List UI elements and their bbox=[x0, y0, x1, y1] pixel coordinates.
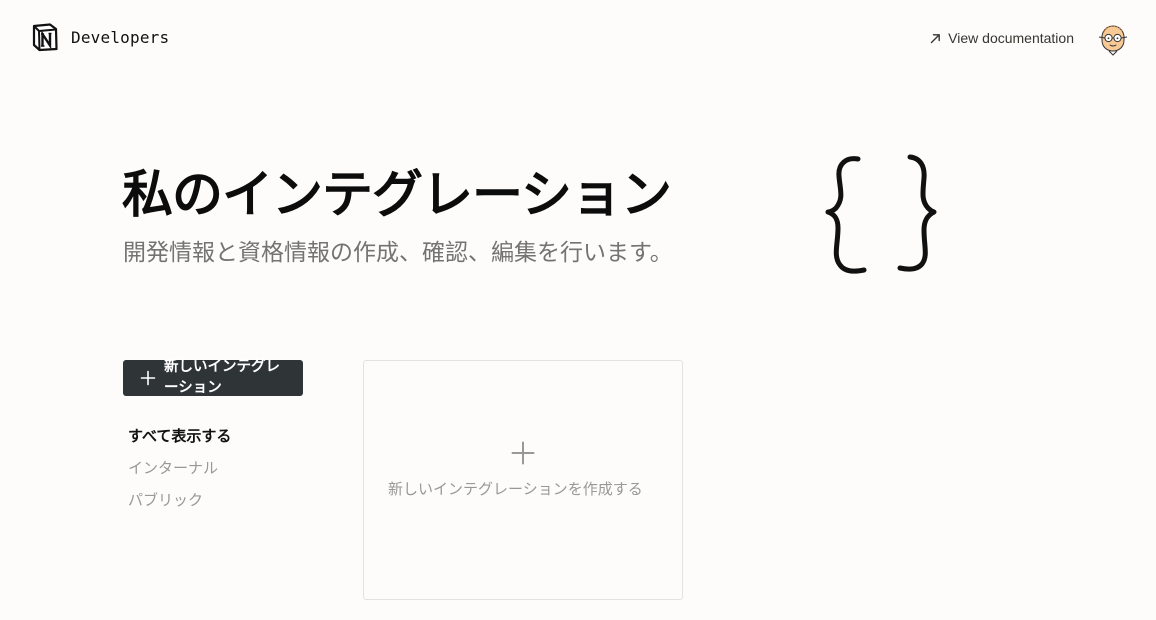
curly-braces-icon bbox=[825, 154, 937, 274]
filter-internal[interactable]: インターナル bbox=[128, 452, 318, 484]
filter-public[interactable]: パブリック bbox=[128, 484, 318, 516]
arrow-up-right-icon bbox=[930, 33, 941, 43]
plus-icon bbox=[140, 370, 156, 386]
view-documentation-label: View documentation bbox=[948, 30, 1074, 46]
filter-all[interactable]: すべて表示する bbox=[128, 420, 318, 452]
page-subtitle: 開発情報と資格情報の作成、確認、編集を行います。 bbox=[123, 240, 673, 266]
create-integration-label: 新しいインテグレーションを作成する bbox=[388, 480, 643, 498]
view-documentation-link[interactable]: View documentation bbox=[929, 30, 1074, 46]
avatar[interactable] bbox=[1096, 22, 1130, 56]
top-header: Developers View documentation bbox=[0, 0, 1156, 78]
brand[interactable]: Developers bbox=[30, 22, 169, 52]
new-integration-button[interactable]: 新しいインテグレーション bbox=[123, 359, 303, 396]
integration-filter-list: すべて表示する インターナル パブリック bbox=[128, 420, 318, 516]
create-integration-card[interactable]: 新しいインテグレーションを作成する bbox=[363, 360, 683, 600]
plus-icon bbox=[511, 441, 535, 465]
new-integration-label: 新しいインテグレーション bbox=[164, 359, 280, 396]
notion-logo-icon bbox=[32, 23, 58, 52]
brand-name: Developers bbox=[71, 27, 170, 47]
page-title: 私のインテグレーション bbox=[122, 166, 672, 225]
